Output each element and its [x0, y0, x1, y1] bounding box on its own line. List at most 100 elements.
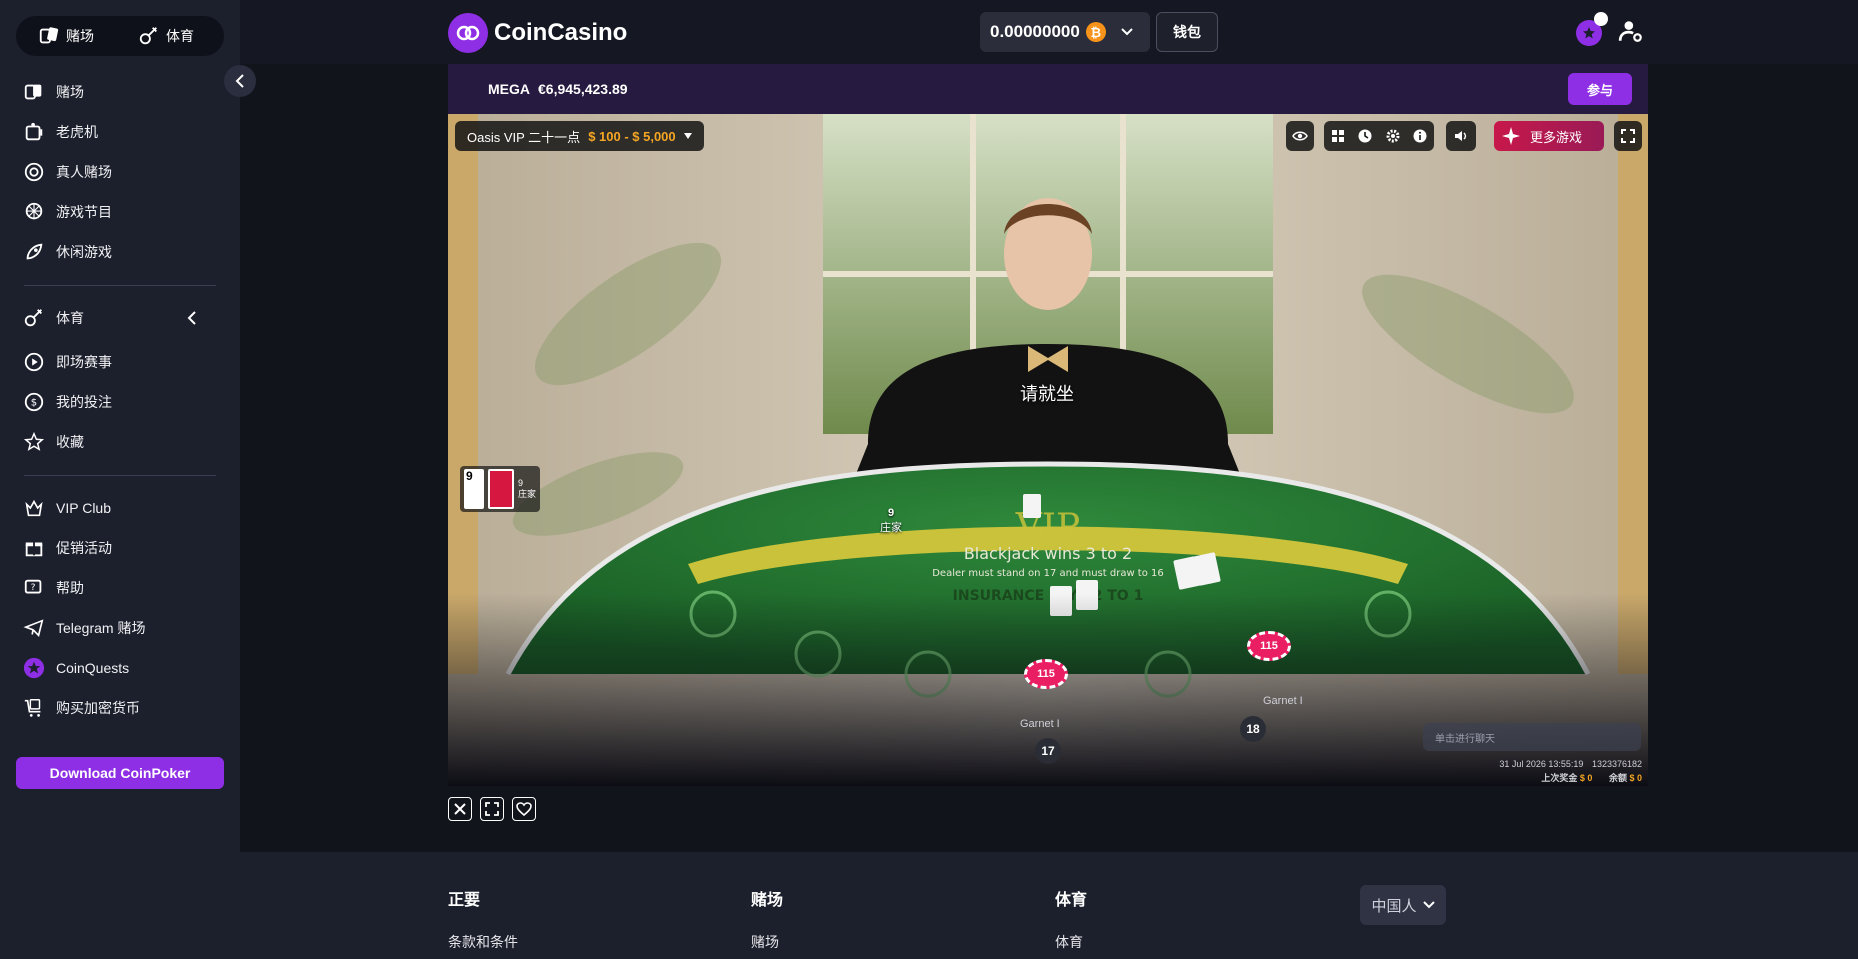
- card-back: [488, 469, 514, 509]
- sidebar-divider: [24, 475, 216, 476]
- sports-icon: [22, 306, 46, 330]
- speaker-icon: [1455, 131, 1467, 141]
- bitcoin-icon: ₿: [1085, 22, 1106, 42]
- expand-game-button[interactable]: [480, 797, 504, 821]
- close-icon: [454, 803, 466, 815]
- player-score-badge: 17: [1035, 738, 1061, 764]
- sidebar-item-live-casino[interactable]: 真人赌场: [22, 158, 220, 186]
- sidebar-item-label: Telegram 赌场: [56, 620, 146, 636]
- dealer-panel-score: 9: [518, 478, 524, 488]
- more-games-button[interactable]: 更多游戏: [1494, 121, 1604, 151]
- svg-text:$: $: [31, 398, 37, 409]
- more-games-label: 更多游戏: [1530, 129, 1583, 145]
- chevron-left-icon: [235, 74, 244, 88]
- dealer-card: 9: [464, 469, 484, 509]
- sidebar-item-label: 即场赛事: [56, 354, 112, 370]
- info-icon[interactable]: [1412, 128, 1428, 144]
- last-win-label: 上次奖金: [1541, 773, 1578, 783]
- sidebar-item-slots[interactable]: 老虎机: [22, 118, 220, 146]
- mega-amount: €6,945,423.89: [538, 81, 628, 97]
- game-toolbar: [1324, 121, 1434, 151]
- table-limits: $ 100 - $ 5,000: [588, 128, 676, 144]
- sidebar-item-vip-club[interactable]: VIP Club: [22, 494, 220, 522]
- cards-icon: [22, 80, 46, 104]
- sidebar-item-sports[interactable]: 体育: [22, 304, 220, 332]
- brand-logo[interactable]: CoinCasino: [448, 13, 627, 53]
- sidebar-item-live-events[interactable]: 即场赛事: [22, 348, 220, 376]
- help-icon: ?: [22, 576, 46, 600]
- sidebar-item-coinquests[interactable]: CoinQuests: [22, 654, 220, 682]
- sidebar-item-label: VIP Club: [56, 500, 111, 516]
- join-button[interactable]: 参与: [1568, 73, 1632, 105]
- chat-input[interactable]: 单击进行聊天: [1423, 723, 1641, 751]
- sidebar-item-label: 休闲游戏: [56, 244, 112, 260]
- eye-icon: [1292, 131, 1308, 141]
- table-rule-1: Blackjack wins 3 to 2: [964, 544, 1132, 563]
- vip-icon: [22, 496, 46, 520]
- sidebar-item-my-bets[interactable]: $ 我的投注: [22, 388, 220, 416]
- sidebar-item-casino[interactable]: 赌场: [22, 78, 220, 106]
- sidebar-item-telegram[interactable]: Telegram 赌场: [22, 614, 220, 642]
- expand-icon: [485, 802, 499, 816]
- sidebar-item-label: CoinQuests: [56, 660, 130, 676]
- wallet-button[interactable]: 钱包: [1156, 12, 1218, 52]
- balance-amount: 0.00000000: [990, 22, 1080, 41]
- game-actions: [448, 797, 536, 821]
- buy-crypto-icon: [22, 696, 46, 720]
- notification-dot: [1594, 12, 1608, 26]
- chevron-down-icon: [1422, 901, 1435, 909]
- footer-link[interactable]: 体育: [1055, 932, 1087, 952]
- roulette-icon: [22, 160, 46, 184]
- seat-prompt: 请就坐: [1020, 384, 1074, 404]
- sidebar-item-casual-games[interactable]: 休闲游戏: [22, 238, 220, 266]
- footer-link[interactable]: 赌场: [751, 932, 783, 952]
- sidebar-item-promotions[interactable]: 促销活动: [22, 534, 220, 562]
- fullscreen-button[interactable]: [1614, 121, 1642, 151]
- sidebar-item-label: 购买加密货币: [56, 700, 140, 716]
- sidebar-item-game-shows[interactable]: 游戏节目: [22, 198, 220, 226]
- table-selector[interactable]: Oasis VIP 二十一点 $ 100 - $ 5,000: [455, 121, 704, 151]
- sidebar-item-label: 促销活动: [56, 540, 112, 556]
- sidebar-item-buy-crypto[interactable]: 购买加密货币: [22, 694, 220, 722]
- table-rule-2: Dealer must stand on 17 and must draw to…: [932, 568, 1164, 579]
- lobby-grid-icon[interactable]: [1330, 128, 1346, 144]
- rocket-icon: [22, 240, 46, 264]
- footer: 正要 条款和条件 赌场 赌场 体育 体育 中国人: [0, 852, 1858, 959]
- player-name: Garnet I: [1263, 695, 1303, 707]
- eye-button[interactable]: [1286, 121, 1314, 151]
- download-coinpoker-button[interactable]: Download CoinPoker: [16, 757, 224, 789]
- close-game-button[interactable]: [448, 797, 472, 821]
- chevron-down-icon: [1121, 28, 1133, 36]
- sidebar-item-label: 老虎机: [56, 124, 98, 140]
- sidebar-item-label: 帮助: [56, 580, 84, 596]
- player-score-badge: 18: [1240, 716, 1266, 742]
- balance-value: $ 0: [1629, 773, 1642, 783]
- footer-heading: 正要: [448, 892, 481, 909]
- settings-gear-icon[interactable]: [1385, 128, 1401, 144]
- toggle-casino[interactable]: 赌场: [16, 16, 116, 56]
- sidebar: 赌场 体育 赌场 老虎机 真人赌场 游戏节目 休闲游戏 体育 即场赛事 $ 我的…: [0, 0, 240, 959]
- language-label: 中国人: [1371, 897, 1417, 915]
- footer-link[interactable]: 条款和条件: [448, 932, 518, 952]
- toggle-sports[interactable]: 体育: [116, 16, 216, 56]
- sidebar-item-favourites[interactable]: 收藏: [22, 428, 220, 456]
- casino-sports-toggle: 赌场 体育: [16, 16, 224, 56]
- footer-column: 赌场 赌场: [751, 886, 783, 952]
- sound-button[interactable]: [1446, 121, 1476, 151]
- telegram-icon: [22, 616, 46, 640]
- cards-icon: [39, 27, 59, 44]
- mega-label: MEGA: [488, 81, 530, 97]
- dealer-card-panel: 9 9 庄家: [460, 466, 540, 512]
- user-settings-icon[interactable]: [1618, 18, 1644, 44]
- wheel-icon: [22, 200, 46, 224]
- history-clock-icon[interactable]: [1357, 128, 1373, 144]
- balance-selector[interactable]: 0.00000000 ₿: [980, 12, 1150, 52]
- sidebar-item-help[interactable]: ? 帮助: [22, 574, 220, 602]
- chevron-left-icon[interactable]: [186, 311, 198, 325]
- collapse-sidebar-button[interactable]: [224, 65, 256, 97]
- live-blackjack-game[interactable]: VIP Blackjack wins 3 to 2 Dealer must st…: [448, 114, 1648, 786]
- play-icon: [22, 350, 46, 374]
- language-selector[interactable]: 中国人: [1360, 885, 1446, 925]
- favourite-game-button[interactable]: [512, 797, 536, 821]
- star-icon: [22, 430, 46, 454]
